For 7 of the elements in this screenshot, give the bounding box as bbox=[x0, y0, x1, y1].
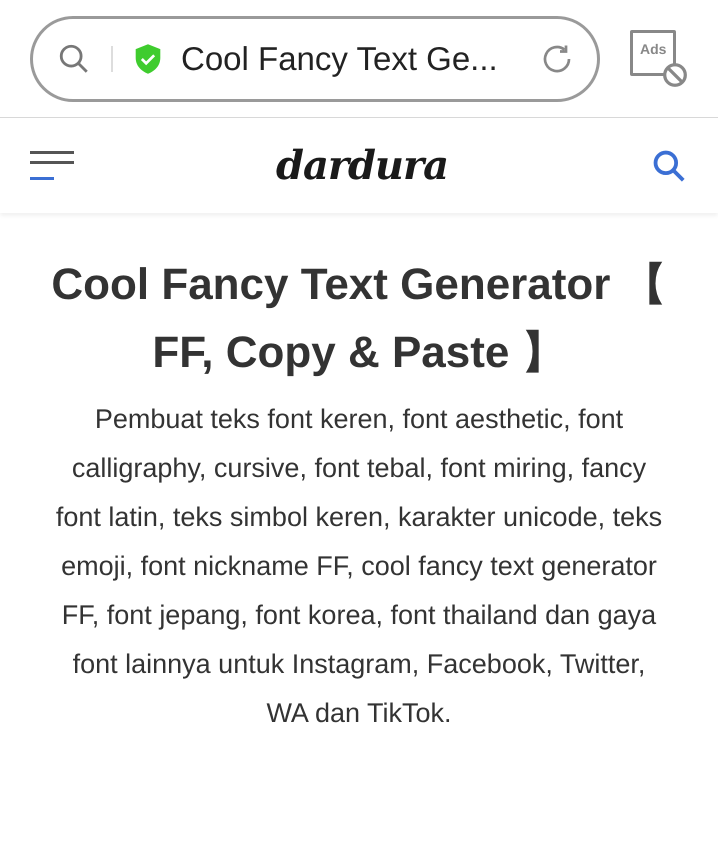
shield-icon bbox=[133, 42, 163, 74]
site-logo[interactable]: dardura bbox=[276, 136, 448, 196]
address-bar[interactable]: Cool Fancy Text Ge... bbox=[30, 16, 600, 102]
article-title: Cool Fancy Text Generator 【 FF, Copy & Paste 】 bbox=[50, 259, 668, 379]
menu-icon[interactable] bbox=[30, 148, 74, 182]
article-description: Pembuat teks font keren, font aesthetic, font calligraphy, cursive, font tebal, font miring, fancy font latin, teks simbol keren, karakter unicode, teks emoji, font nickname FF, cool fancy text generator FF, font jepang, font korea, font thailand dan gaya font lainnya untuk Instagram, Facebook, Twitter, WA dan TikTok. bbox=[54, 403, 664, 730]
page-title: Cool Fancy Text Ge... bbox=[181, 38, 499, 79]
